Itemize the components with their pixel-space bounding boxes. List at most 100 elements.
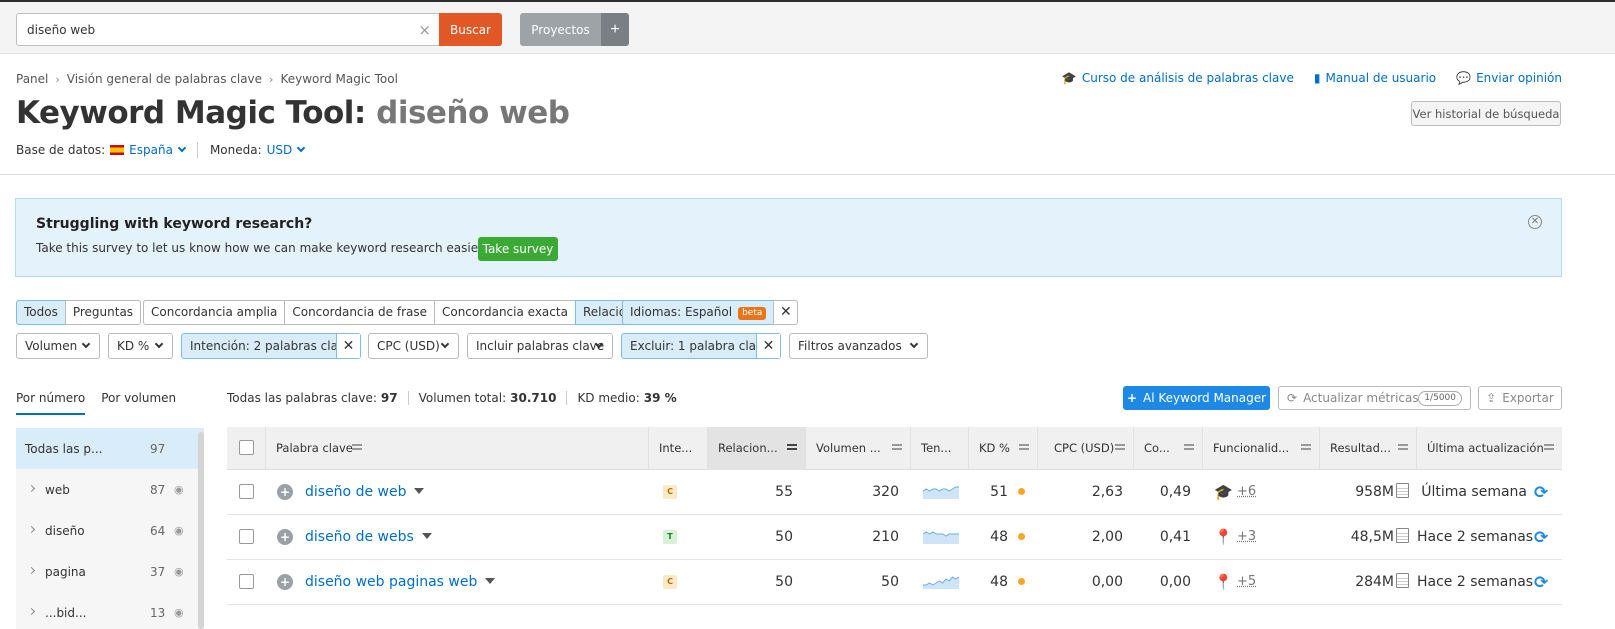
- eye-icon[interactable]: ◉: [174, 524, 184, 537]
- add-keyword-icon[interactable]: +: [277, 574, 293, 590]
- take-survey-button[interactable]: Take survey: [478, 237, 558, 261]
- intent-filter-label: Intención: 2 palabras clave: [190, 339, 353, 353]
- column-intent[interactable]: Inte...: [649, 427, 708, 470]
- column-serp-features[interactable]: Funcionalid...: [1203, 427, 1320, 470]
- tab-broad-match[interactable]: Concordancia amplia: [143, 300, 286, 325]
- sort-icon[interactable]: [892, 444, 902, 453]
- chevron-right-icon[interactable]: [27, 607, 36, 616]
- tab-phrase-match[interactable]: Concordancia de frase: [284, 300, 435, 325]
- chevron-down-icon[interactable]: [177, 143, 187, 153]
- breadcrumb-item-overview[interactable]: Visión general de palabras clave: [67, 72, 262, 86]
- search-input[interactable]: [17, 14, 397, 45]
- sort-icon[interactable]: [1301, 444, 1311, 453]
- serp-features-more[interactable]: +3: [1237, 515, 1256, 559]
- column-keyword[interactable]: Palabra clave: [266, 427, 649, 470]
- course-link[interactable]: 🎓 Curso de análisis de palabras clave: [1062, 71, 1294, 85]
- eye-icon[interactable]: ◉: [174, 565, 184, 578]
- relevance-cell: 55: [775, 484, 793, 500]
- add-keyword-icon[interactable]: +: [277, 484, 293, 500]
- sort-icon[interactable]: [1184, 444, 1194, 453]
- close-icon[interactable]: ✕: [1528, 215, 1542, 229]
- group-item-all[interactable]: Todas las p... 97: [16, 428, 204, 469]
- serp-snapshot-icon[interactable]: [1396, 483, 1409, 498]
- select-all-checkbox[interactable]: [239, 440, 254, 455]
- row-checkbox[interactable]: [239, 574, 254, 589]
- caret-down-icon[interactable]: [421, 533, 432, 539]
- breadcrumb-item-panel[interactable]: Panel: [16, 72, 48, 86]
- include-keywords-filter[interactable]: Incluir palabras clave: [467, 333, 613, 359]
- cpc-filter[interactable]: CPC (USD): [368, 333, 459, 359]
- keyword-manager-button[interactable]: + Al Keyword Manager: [1123, 386, 1270, 410]
- column-last-update[interactable]: Última actualización: [1417, 427, 1562, 470]
- group-item[interactable]: pagina 37 ◉: [16, 551, 204, 592]
- sort-icon[interactable]: [352, 444, 362, 453]
- update-metrics-button[interactable]: ⟳ Actualizar métricas 1/5000: [1278, 386, 1471, 410]
- projects-button[interactable]: Proyectos: [520, 13, 601, 46]
- eye-icon[interactable]: ◉: [174, 483, 184, 496]
- database-select[interactable]: España: [129, 143, 173, 157]
- serp-snapshot-icon[interactable]: [1396, 528, 1409, 543]
- export-button[interactable]: ⇪ Exportar: [1478, 386, 1562, 410]
- group-item[interactable]: ...bid... 13 ◉: [16, 592, 204, 629]
- intent-filter[interactable]: Intención: 2 palabras clave ✕: [181, 333, 361, 359]
- sort-icon[interactable]: [1115, 444, 1125, 453]
- volume-filter[interactable]: Volumen: [16, 333, 100, 359]
- search-button[interactable]: Buscar: [439, 13, 502, 46]
- sort-icon[interactable]: [1019, 444, 1029, 453]
- manual-link[interactable]: ▮ Manual de usuario: [1314, 71, 1436, 85]
- serp-features-more[interactable]: +5: [1237, 560, 1256, 604]
- eye-icon[interactable]: ◉: [174, 606, 184, 619]
- table-row[interactable]: + diseño web paginas web C 50 50 48 0,00 0,00 📍 +…: [227, 560, 1562, 605]
- chevron-right-icon[interactable]: [27, 566, 36, 575]
- search-history-button[interactable]: Ver historial de búsqueda: [1411, 101, 1561, 126]
- keyword-link[interactable]: diseño de webs: [305, 529, 414, 545]
- scrollbar[interactable]: [198, 432, 204, 629]
- column-volume[interactable]: Volumen ...: [806, 427, 911, 470]
- tab-by-volume[interactable]: Por volumen: [101, 391, 176, 415]
- exclude-keywords-filter[interactable]: Excluir: 1 palabra clave ✕: [621, 333, 781, 359]
- keyword-link[interactable]: diseño de web: [305, 484, 406, 500]
- clear-icon[interactable]: ×: [418, 21, 431, 39]
- sort-icon[interactable]: [1398, 444, 1408, 453]
- close-icon[interactable]: ✕: [336, 334, 360, 358]
- column-trend[interactable]: Ten...: [911, 427, 969, 470]
- group-item[interactable]: web 87 ◉: [16, 469, 204, 510]
- caret-down-icon[interactable]: [485, 578, 496, 584]
- chevron-down-icon[interactable]: [297, 143, 306, 153]
- column-competition[interactable]: Co...: [1134, 427, 1203, 470]
- row-checkbox[interactable]: [239, 529, 254, 544]
- row-checkbox[interactable]: [239, 484, 254, 499]
- column-kd[interactable]: KD %: [969, 427, 1038, 470]
- add-project-button[interactable]: +: [601, 13, 629, 46]
- chevron-right-icon[interactable]: [27, 525, 36, 534]
- sort-icon[interactable]: [787, 444, 797, 453]
- refresh-icon[interactable]: ⟳: [1534, 573, 1548, 593]
- chevron-right-icon[interactable]: [27, 484, 36, 493]
- feedback-link[interactable]: 💬 Enviar opinión: [1456, 71, 1562, 85]
- tab-exact-match[interactable]: Concordancia exacta: [433, 300, 576, 325]
- serp-snapshot-icon[interactable]: [1396, 573, 1409, 588]
- column-results[interactable]: Resultad...: [1320, 427, 1417, 470]
- tab-questions[interactable]: Preguntas: [64, 300, 142, 325]
- column-cpc[interactable]: CPC (USD): [1038, 427, 1134, 470]
- refresh-icon[interactable]: ⟳: [1534, 483, 1548, 503]
- caret-down-icon[interactable]: [414, 488, 425, 494]
- keyword-link[interactable]: diseño web paginas web: [305, 574, 477, 590]
- refresh-icon[interactable]: ⟳: [1534, 528, 1548, 548]
- sort-icon[interactable]: [1544, 444, 1554, 453]
- table-row[interactable]: + diseño de web C 55 320 51 2,63 0,49 🎓 +6 958M Últ…: [227, 470, 1562, 515]
- tab-all[interactable]: Todos: [16, 300, 66, 325]
- add-keyword-icon[interactable]: +: [277, 529, 293, 545]
- tab-by-number[interactable]: Por número: [16, 391, 86, 415]
- close-icon[interactable]: ✕: [773, 300, 799, 325]
- language-filter-button[interactable]: Idiomas: Español beta: [622, 300, 775, 325]
- close-icon[interactable]: ✕: [756, 334, 780, 358]
- serp-features-more[interactable]: +6: [1237, 470, 1256, 514]
- kd-cell: 48: [969, 515, 1025, 559]
- table-row[interactable]: + diseño de webs T 50 210 48 2,00 0,41 📍 +3 48,5M H…: [227, 515, 1562, 560]
- currency-select[interactable]: USD: [267, 143, 293, 157]
- group-item[interactable]: diseño 64 ◉: [16, 510, 204, 551]
- advanced-filters[interactable]: Filtros avanzados: [789, 333, 928, 359]
- kd-filter[interactable]: KD %: [108, 333, 173, 359]
- column-relevance[interactable]: Relacion...: [708, 427, 806, 470]
